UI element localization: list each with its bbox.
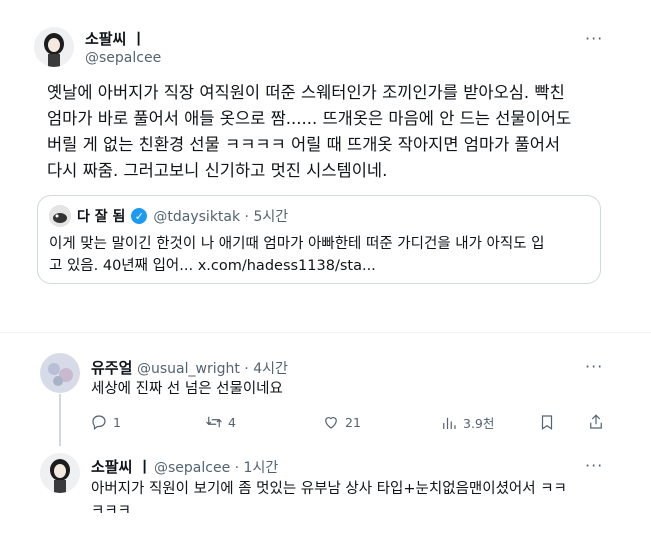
reply-text-line: ㅋㅋㅋ — [91, 503, 132, 519]
author-handle[interactable]: @sepalcee — [85, 50, 161, 66]
retweet-icon — [206, 416, 222, 428]
reply-author-meta[interactable]: @sepalcee · 1시간 — [154, 457, 278, 477]
more-options-icon[interactable]: ··· — [585, 456, 603, 475]
quoted-post[interactable]: 다 잘 됨 ✓ @tdaysiktak · 5시간 이게 맞는 말이긴 한것이 … — [37, 195, 601, 284]
reply-icon — [92, 415, 106, 430]
post-body: 옛날에 아버지가 직장 여직원이 떠준 스웨터인가 조끼인가를 받아오심. 빡친… — [47, 80, 632, 184]
thread-line — [59, 394, 61, 446]
reply-button[interactable]: 1 — [90, 413, 121, 431]
views-icon — [443, 417, 456, 429]
quoted-avatar — [49, 205, 71, 227]
more-options-icon[interactable]: ··· — [585, 357, 603, 376]
reply-author-name[interactable]: 소팔씨 ㅣ — [91, 456, 151, 477]
reply-author-meta[interactable]: @usual_wright · 4시간 — [137, 358, 288, 378]
quoted-author-name: 다 잘 됨 — [77, 209, 126, 225]
share-icon — [590, 414, 602, 429]
reply-text: 아버지가 직원이 보기에 좀 멋있는 유부남 상사 타입+눈치없음맨이셨어서 ㅋ… — [91, 478, 567, 522]
like-count: 21 — [345, 414, 361, 430]
bookmark-button[interactable] — [538, 413, 556, 431]
retweet-button[interactable]: 4 — [205, 413, 236, 431]
view-count: 3.9천 — [463, 416, 495, 431]
avatar[interactable] — [34, 27, 74, 67]
reply-text: 세상에 진짜 선 넘은 선물이네요 — [91, 381, 283, 397]
reply-count: 1 — [113, 414, 121, 430]
more-options-icon[interactable]: ··· — [585, 29, 603, 48]
action-bar: 1 4 21 3.9천 — [90, 413, 610, 433]
divider — [0, 332, 651, 333]
post-body-line: 엄마가 바로 풀어서 애들 옷으로 짬...... 뜨개옷은 마음에 안 드는 … — [47, 109, 572, 128]
quoted-text-line: 고 있음. 40년째 입어... x.com/hadess1138/sta... — [49, 258, 376, 274]
like-button[interactable]: 21 — [322, 413, 361, 431]
reply-avatar[interactable] — [40, 353, 80, 393]
share-button[interactable] — [587, 413, 605, 431]
retweet-count: 4 — [228, 414, 236, 430]
quoted-post-header: 다 잘 됨 ✓ @tdaysiktak · 5시간 — [49, 205, 288, 227]
post-body-line: 다시 짜줌. 그러고보니 신기하고 멋진 시스템이네. — [47, 161, 388, 180]
quoted-text-line: 이게 맞는 말이긴 한것이 나 애기때 엄마가 아빠한테 떠준 가디건을 내가 … — [49, 236, 545, 252]
quoted-author-meta: @tdaysiktak · 5시간 — [153, 209, 289, 225]
author-name[interactable]: 소팔씨 ㅣ — [85, 28, 145, 49]
post-body-line: 버릴 게 없는 친환경 선물 ㅋㅋㅋㅋ 어릴 때 뜨개옷 작아지면 엄마가 풀어… — [47, 135, 561, 154]
bookmark-icon — [541, 415, 553, 430]
reply-avatar[interactable] — [40, 453, 80, 493]
verified-badge-icon: ✓ — [131, 208, 148, 224]
reply-author-name[interactable]: 유주얼 — [91, 357, 132, 378]
reply-text-line: 아버지가 직원이 보기에 좀 멋있는 유부남 상사 타입+눈치없음맨이셨어서 ㅋ… — [91, 481, 567, 497]
views-button[interactable]: 3.9천 — [440, 413, 494, 432]
heart-icon — [325, 417, 337, 429]
quoted-post-text: 이게 맞는 말이긴 한것이 나 애기때 엄마가 아빠한테 떠준 가디건을 내가 … — [49, 233, 594, 277]
post-body-line: 옛날에 아버지가 직장 여직원이 떠준 스웨터인가 조끼인가를 받아오심. 빡친 — [47, 83, 565, 102]
